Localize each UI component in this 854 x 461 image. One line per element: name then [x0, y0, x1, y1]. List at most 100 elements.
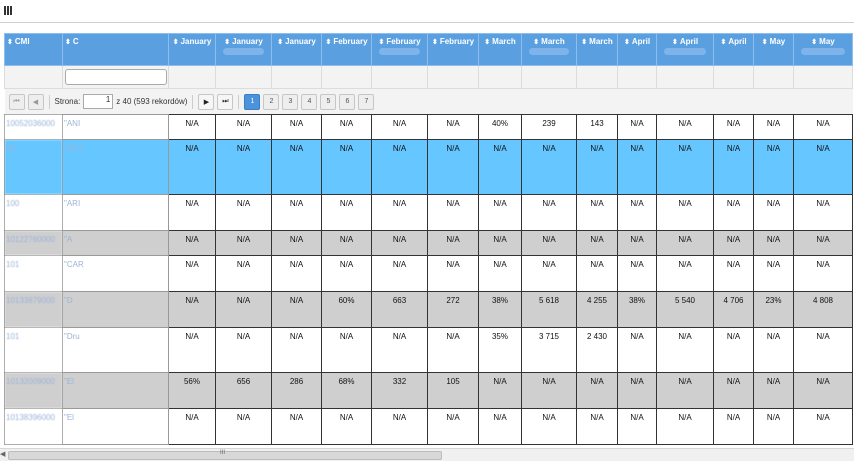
filter-input[interactable]	[65, 69, 167, 85]
horizontal-scrollbar[interactable]: ◀ III	[0, 448, 854, 461]
column-label: CMI	[14, 37, 30, 46]
cell-value: N/A	[617, 327, 657, 373]
pager: ⏮ ◀ Strona: 1 z 40 (593 rekordów) ▶ ⏭ 12…	[5, 89, 853, 114]
column-header[interactable]: ⬍ January	[271, 33, 322, 66]
column-header[interactable]: ⬍ January	[215, 33, 272, 66]
cell-value: N/A	[478, 372, 522, 409]
next-page-icon[interactable]: ▶	[198, 93, 215, 110]
cell-value: N/A	[215, 114, 272, 140]
sort-icon[interactable]: ⬍	[224, 39, 230, 46]
column-header[interactable]: ⬍ February	[371, 33, 428, 66]
column-header[interactable]: ⬍ CMI	[4, 33, 63, 66]
scroll-left-icon[interactable]: ◀	[0, 450, 5, 458]
table-row[interactable]: 101 "Dru N/A N/A N/A N/A N/A N/A 35% 3 715 2 430 N/…	[4, 327, 853, 373]
sort-icon[interactable]: ⬍	[65, 39, 71, 46]
cell-value: N/A	[478, 255, 522, 292]
first-page-icon[interactable]: ⏮	[8, 93, 25, 110]
sort-icon[interactable]: ⬍	[762, 39, 768, 46]
sort-icon[interactable]: ⬍	[672, 39, 678, 46]
cell-value: N/A	[371, 230, 428, 256]
page-number-button[interactable]: 6	[339, 93, 356, 110]
cell-value: N/A	[713, 408, 754, 445]
cell-id: 10122760000	[4, 230, 63, 256]
column-header[interactable]: ⬍ February	[321, 33, 372, 66]
cell-value: 56%	[168, 372, 216, 409]
cell-value: 656	[215, 372, 272, 409]
sort-icon[interactable]: ⬍	[811, 39, 817, 46]
cell-value: N/A	[215, 230, 272, 256]
page-number-button[interactable]: 5	[320, 93, 337, 110]
cell-value: N/A	[656, 114, 714, 140]
cell-name: "El	[62, 408, 169, 445]
page-number-button[interactable]: 4	[301, 93, 318, 110]
table-row[interactable]: 101 "CAR N/A N/A N/A N/A N/A N/A N/A N/A N/A N/A N/A…	[4, 255, 853, 292]
column-label: January	[285, 37, 316, 46]
table-row[interactable]: 10052036000 "ANI N/A N/A N/A N/A N/A N/A 40% 239 1…	[4, 114, 853, 140]
cell-value: N/A	[168, 255, 216, 292]
column-header[interactable]: ⬍ April	[617, 33, 657, 66]
filter-cell	[4, 65, 63, 89]
column-header[interactable]: ⬍ March	[576, 33, 618, 66]
column-header[interactable]: ⬍ C	[62, 33, 169, 66]
prev-page-icon[interactable]: ◀	[27, 93, 44, 110]
menu-bars-icon[interactable]	[4, 6, 12, 15]
cell-value: N/A	[576, 255, 618, 292]
column-label: C	[72, 37, 79, 46]
table-row[interactable]: 10122760000 "A N/A N/A N/A N/A N/A N/A N/A N/A N/A…	[4, 230, 853, 256]
cell-value: N/A	[371, 114, 428, 140]
column-header[interactable]: ⬍ January	[168, 33, 216, 66]
column-header[interactable]: ⬍ April	[656, 33, 714, 66]
filter-row	[4, 65, 853, 89]
table-row[interactable]: 10 "ANT N/A N/A N/A N/A N/A N/A N/A N/A N/A N/A N/A N…	[4, 139, 853, 195]
cell-value: 272	[427, 291, 479, 328]
column-label: February	[386, 37, 421, 46]
cell-value: N/A	[427, 230, 479, 256]
sort-icon[interactable]: ⬍	[7, 39, 13, 46]
cell-id: 10052036000	[4, 114, 63, 140]
cell-value: N/A	[478, 408, 522, 445]
cell-value: N/A	[793, 139, 853, 195]
cell-value: N/A	[656, 139, 714, 195]
page-number-button[interactable]: 1	[244, 93, 261, 110]
cell-value: N/A	[271, 230, 322, 256]
last-page-icon[interactable]: ⏭	[217, 93, 234, 110]
sort-icon[interactable]: ⬍	[432, 39, 438, 46]
sort-icon[interactable]: ⬍	[378, 39, 384, 46]
column-header[interactable]: ⬍ May	[753, 33, 794, 66]
page-input[interactable]: 1	[83, 94, 114, 109]
column-label: March	[589, 37, 613, 46]
cell-value: 239	[521, 114, 577, 140]
page-number-button[interactable]: 7	[358, 93, 375, 110]
sort-icon[interactable]: ⬍	[277, 39, 283, 46]
sort-icon[interactable]: ⬍	[533, 39, 539, 46]
cell-value: N/A	[521, 408, 577, 445]
cell-id: 101	[4, 327, 63, 373]
sort-icon[interactable]: ⬍	[325, 39, 331, 46]
cell-id: 10132009000	[4, 372, 63, 409]
column-header[interactable]: ⬍ April	[713, 33, 754, 66]
cell-value: N/A	[713, 327, 754, 373]
column-header[interactable]: ⬍ February	[427, 33, 479, 66]
cell-id: 101	[4, 255, 63, 292]
page-number-button[interactable]: 2	[263, 93, 280, 110]
column-header[interactable]: ⬍ May	[793, 33, 853, 66]
table-row[interactable]: 10133879000 "D N/A N/A N/A 60% 663 272 38% 5 618 4…	[4, 291, 853, 328]
sort-icon[interactable]: ⬍	[581, 39, 587, 46]
sort-icon[interactable]: ⬍	[173, 39, 179, 46]
sort-icon[interactable]: ⬍	[484, 39, 490, 46]
table-row[interactable]: 10138396000 "El N/A N/A N/A N/A N/A N/A N/A N/A N/…	[4, 408, 853, 445]
column-header[interactable]: ⬍ March	[478, 33, 522, 66]
cell-value: N/A	[321, 327, 372, 373]
column-header[interactable]: ⬍ March	[521, 33, 577, 66]
table-row[interactable]: 10132009000 "El 56% 656 286 68% 332 105 N/A N/A N/…	[4, 372, 853, 409]
table-row[interactable]: 100 "ARI N/A N/A N/A N/A N/A N/A N/A N/A N/A N/A N/A…	[4, 194, 853, 231]
cell-name: "ARI	[62, 194, 169, 231]
cell-value: N/A	[168, 327, 216, 373]
data-grid: ⬍ CMI ⬍ C ⬍ January ⬍ January ⬍ January ⬍ February ⬍…	[4, 33, 854, 445]
sort-icon[interactable]: ⬍	[624, 39, 630, 46]
page-number-button[interactable]: 3	[282, 93, 299, 110]
cell-value: N/A	[753, 255, 794, 292]
cell-value: N/A	[793, 372, 853, 409]
sort-icon[interactable]: ⬍	[720, 39, 726, 46]
column-label: May	[769, 37, 786, 46]
